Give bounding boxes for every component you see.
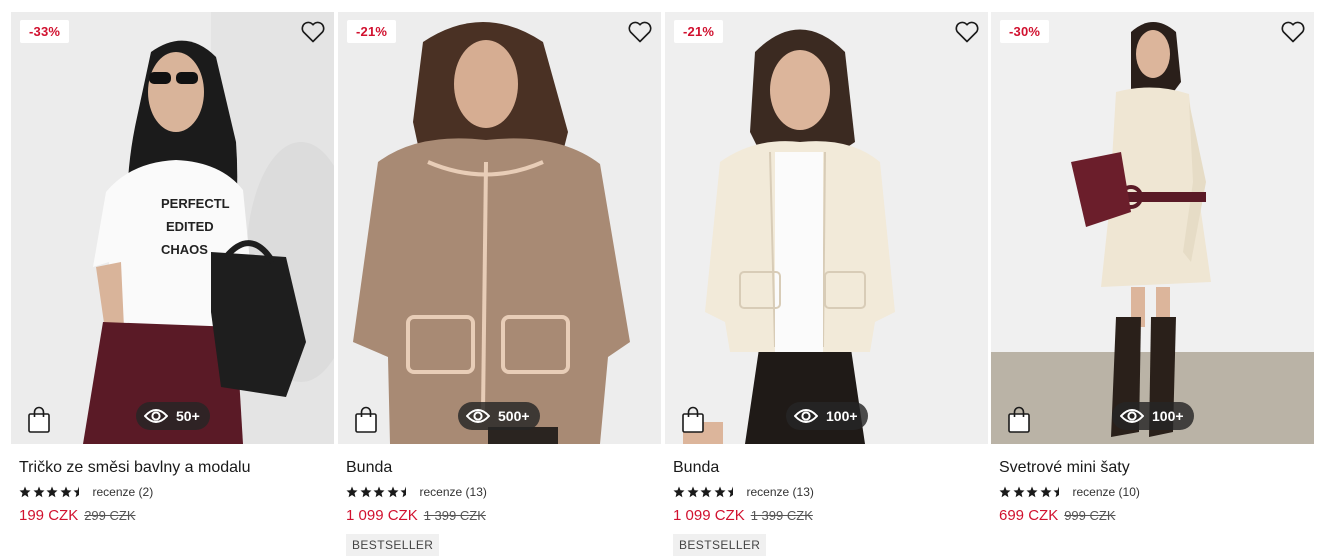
star-icon [373, 486, 385, 498]
eye-icon [794, 409, 818, 423]
product-image[interactable]: -21% 100+ [665, 12, 988, 444]
star-icon [46, 486, 58, 498]
rating: recenze (10) [999, 485, 1314, 499]
product-name[interactable]: Tričko ze směsi bavlny a modalu [19, 459, 334, 477]
reviews-count[interactable]: recenze (2) [93, 485, 154, 499]
views-pill: 50+ [136, 402, 210, 430]
shirt-print-line: CHAOS [161, 242, 208, 257]
reviews-count[interactable]: recenze (13) [420, 485, 487, 499]
star-icon [700, 486, 712, 498]
discount-badge: -30% [1000, 20, 1050, 43]
product-photo [991, 12, 1314, 444]
heart-icon[interactable] [954, 20, 980, 44]
star-icon [1040, 486, 1051, 498]
eye-icon [466, 409, 490, 423]
rating: recenze (13) [346, 485, 661, 499]
product-card[interactable]: -21% 100+ Bunda recenze (13) 1 099 CZK 1… [665, 12, 988, 556]
bestseller-badge: BESTSELLER [673, 534, 767, 556]
rating: recenze (13) [673, 485, 988, 499]
half-star-icon [73, 486, 79, 498]
original-price: 999 CZK [1064, 508, 1116, 523]
heart-icon[interactable] [627, 20, 653, 44]
product-name[interactable]: Svetrové mini šaty [999, 459, 1314, 477]
original-price: 1 399 CZK [423, 508, 486, 523]
reviews-count[interactable]: recenze (13) [747, 485, 814, 499]
price-row: 1 099 CZK 1 399 CZK [346, 507, 661, 524]
shopping-bag-icon[interactable] [681, 406, 705, 434]
star-icon [360, 486, 371, 498]
product-name[interactable]: Bunda [673, 459, 988, 477]
views-count: 50+ [176, 408, 200, 424]
product-card[interactable]: -21% 500+ Bunda recenze (13) 1 099 CZK 1… [338, 12, 661, 556]
star-icon [714, 486, 725, 498]
star-rating [999, 486, 1067, 498]
views-count: 100+ [1152, 408, 1184, 424]
product-grid: PERFECTL EDITED CHAOS -33% 50+ Tričko ze… [0, 0, 1320, 560]
heart-icon[interactable] [300, 20, 326, 44]
product-name[interactable]: Bunda [346, 459, 661, 477]
star-icon [387, 486, 398, 498]
product-image[interactable]: -30% 100+ [991, 12, 1314, 444]
eye-icon [1120, 409, 1144, 423]
rating: recenze (2) [19, 485, 334, 499]
discount-badge: -33% [20, 20, 70, 43]
product-photo [338, 12, 661, 444]
views-pill: 500+ [458, 402, 540, 430]
product-photo [665, 12, 988, 444]
star-rating [19, 486, 87, 498]
product-image[interactable]: -21% 500+ [338, 12, 661, 444]
current-price: 1 099 CZK [346, 507, 418, 524]
product-card[interactable]: -30% 100+ Svetrové mini šaty recenze (10… [991, 12, 1314, 524]
views-count: 500+ [498, 408, 530, 424]
shopping-bag-icon[interactable] [1007, 406, 1031, 434]
shopping-bag-icon[interactable] [354, 406, 378, 434]
current-price: 1 099 CZK [673, 507, 745, 524]
price-row: 699 CZK 999 CZK [999, 507, 1314, 524]
discount-badge: -21% [347, 20, 397, 43]
original-price: 299 CZK [84, 508, 136, 523]
views-pill: 100+ [1112, 402, 1194, 430]
eye-icon [144, 409, 168, 423]
shopping-bag-icon[interactable] [27, 406, 51, 434]
star-icon [1026, 486, 1038, 498]
shirt-print-line: PERFECTL [161, 196, 230, 211]
product-card[interactable]: PERFECTL EDITED CHAOS -33% 50+ Tričko ze… [11, 12, 334, 524]
views-count: 100+ [826, 408, 858, 424]
half-star-icon [1053, 486, 1059, 498]
product-photo: PERFECTL EDITED CHAOS [11, 12, 334, 444]
discount-badge: -21% [674, 20, 724, 43]
star-icon [687, 486, 698, 498]
star-icon [673, 486, 685, 498]
current-price: 699 CZK [999, 507, 1059, 524]
star-icon [60, 486, 71, 498]
reviews-count[interactable]: recenze (10) [1073, 485, 1140, 499]
star-rating [346, 486, 414, 498]
bestseller-badge: BESTSELLER [346, 534, 440, 556]
shirt-print-line: EDITED [166, 219, 214, 234]
half-star-icon [400, 486, 406, 498]
star-icon [999, 486, 1011, 498]
price-row: 199 CZK 299 CZK [19, 507, 334, 524]
star-icon [346, 486, 358, 498]
star-icon [33, 486, 44, 498]
star-icon [19, 486, 31, 498]
product-image[interactable]: PERFECTL EDITED CHAOS -33% 50+ [11, 12, 334, 444]
heart-icon[interactable] [1280, 20, 1306, 44]
views-pill: 100+ [786, 402, 868, 430]
current-price: 199 CZK [19, 507, 79, 524]
star-icon [1013, 486, 1024, 498]
star-rating [673, 486, 741, 498]
price-row: 1 099 CZK 1 399 CZK [673, 507, 988, 524]
half-star-icon [727, 486, 733, 498]
original-price: 1 399 CZK [750, 508, 813, 523]
